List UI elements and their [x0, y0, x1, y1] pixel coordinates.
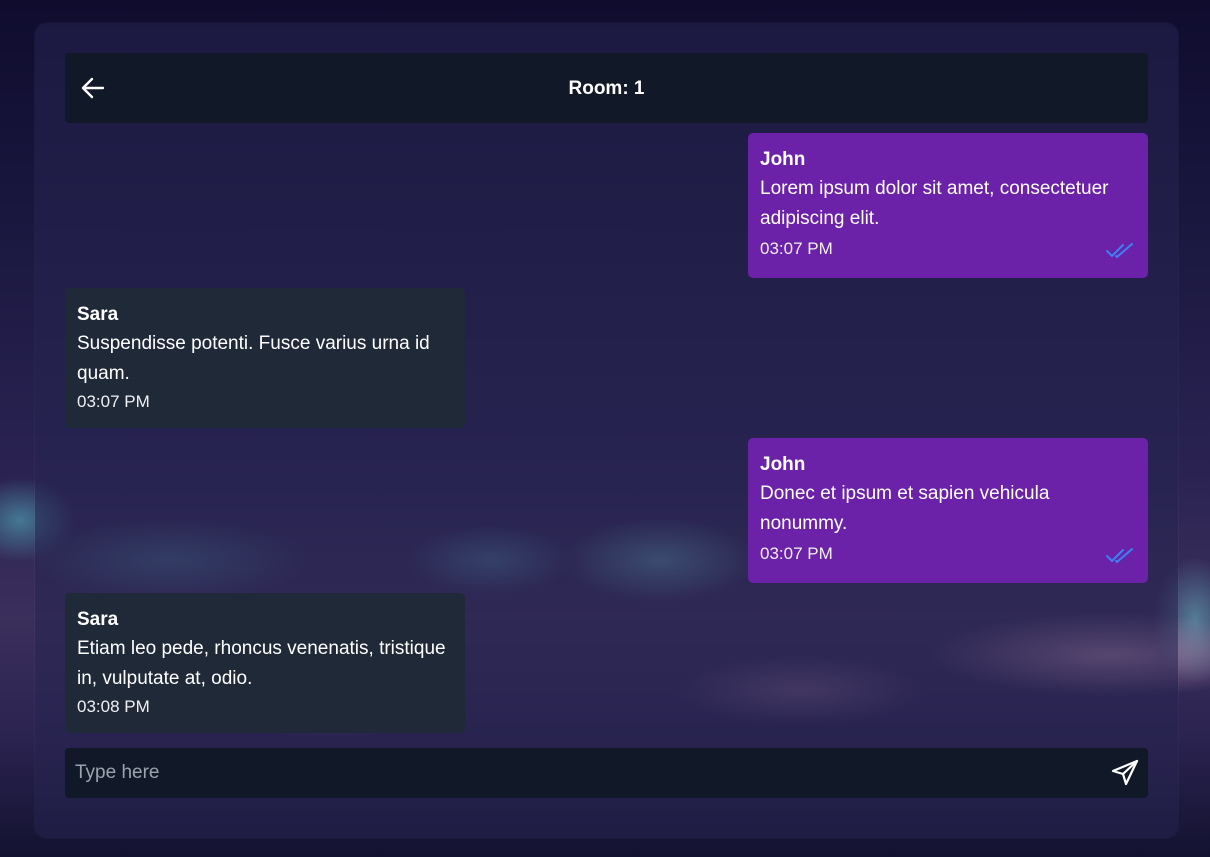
chat-header: Room: 1 [65, 53, 1148, 123]
message-input[interactable] [75, 748, 1095, 798]
message-bubble: John Donec et ipsum et sapien vehicula n… [748, 438, 1148, 583]
message-time: 03:07 PM [760, 239, 833, 258]
room-title: Room: 1 [568, 78, 645, 99]
message-sender: John [760, 454, 806, 475]
message-text: Suspendisse potenti. Fusce varius urna i… [77, 333, 430, 384]
double-check-icon [1105, 547, 1135, 565]
message-time: 03:07 PM [760, 544, 833, 563]
message-sender: Sara [77, 609, 119, 630]
message-text: Etiam leo pede, rhoncus venenatis, trist… [77, 638, 446, 689]
double-check-icon [1105, 242, 1135, 260]
message-bubble: John Lorem ipsum dolor sit amet, consect… [748, 133, 1148, 278]
message-time: 03:07 PM [77, 392, 150, 411]
message-bubble: Sara Etiam leo pede, rhoncus venenatis, … [65, 593, 465, 733]
message-time: 03:08 PM [77, 697, 150, 716]
message-text: Lorem ipsum dolor sit amet, consectetuer… [760, 178, 1109, 229]
message-text: Donec et ipsum et sapien vehicula nonumm… [760, 483, 1050, 534]
message-sender: Sara [77, 304, 119, 325]
message-sender: John [760, 149, 806, 170]
message-bubble: Sara Suspendisse potenti. Fusce varius u… [65, 288, 465, 428]
send-icon[interactable] [1110, 759, 1140, 787]
composer-bar [65, 748, 1148, 798]
